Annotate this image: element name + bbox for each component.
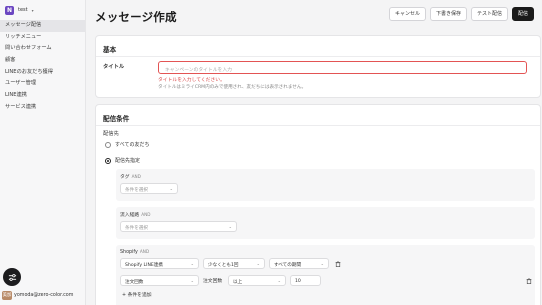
- app-root: N test ▾ メッセージ配信 リッチメニュー 問い合わせフォーム 顧客 LI…: [0, 0, 542, 305]
- settings-toggle-button[interactable]: [3, 268, 21, 286]
- operator-select[interactable]: 以上 ⌄: [228, 275, 286, 286]
- radio-specify-target[interactable]: 配信先指定: [105, 157, 140, 164]
- radio-all-friends[interactable]: すべての友だち: [105, 141, 149, 148]
- chevron-down-icon: ⌄: [169, 186, 173, 191]
- divider: [96, 56, 540, 57]
- radio-circle: [105, 157, 111, 164]
- plus-icon: +: [122, 293, 127, 298]
- chevron-down-icon: ▾: [31, 7, 34, 13]
- shopify-label: Shopify AND: [120, 249, 150, 255]
- basic-section-title: 基本: [103, 46, 117, 54]
- chevron-down-icon: ⌄: [190, 261, 194, 266]
- shopify-condition-panel: Shopify AND Shopify LINE連携 ⌄ 少なくとも1回 ⌄ すべての…: [116, 245, 535, 305]
- user-account[interactable]: 美加 yomoda@zero-color.com: [2, 291, 73, 300]
- sidebar-item-customers[interactable]: 顧客: [0, 55, 85, 67]
- chevron-down-icon: ⌄: [320, 261, 324, 266]
- page-title: メッセージ作成: [95, 10, 177, 24]
- sidebar-item-message-delivery[interactable]: メッセージ配信: [0, 20, 85, 32]
- trash-icon[interactable]: [335, 261, 341, 267]
- save-draft-button[interactable]: 下書き保存: [429, 7, 467, 21]
- shopify-field-select[interactable]: Shopify LINE連携 ⌄: [120, 258, 199, 269]
- trash-icon[interactable]: [526, 278, 532, 284]
- inflow-condition-panel: 流入経路 AND 条件を選択 ⌄: [116, 207, 535, 239]
- divider: [96, 125, 540, 126]
- test-send-button[interactable]: テスト配信: [470, 7, 508, 21]
- sidebar: N test ▾ メッセージ配信 リッチメニュー 問い合わせフォーム 顧客 LI…: [0, 0, 86, 305]
- publish-button[interactable]: 配信: [511, 7, 534, 21]
- delivery-section: 配信条件 配信先 すべての友だち 配信先指定 タグ AND 条件を選択 ⌄ 流入経路…: [95, 104, 541, 305]
- main-content: メッセージ作成 キャンセル 下書き保存 テスト配信 配信 基本 タイトル キャン…: [86, 0, 542, 305]
- title-hint: タイトルはミライCRM内のみで使用され、友だちには表示されません。: [158, 85, 307, 90]
- tag-condition-panel: タグ AND 条件を選択 ⌄: [116, 169, 535, 201]
- shopify-qualifier-select[interactable]: 少なくとも1回 ⌄: [203, 258, 265, 269]
- sidebar-item-service-integration[interactable]: サービス連携: [0, 102, 85, 114]
- title-input[interactable]: キャンペーンのタイトルを入力: [158, 61, 527, 74]
- sidebar-item-line-friends[interactable]: LINEのお友だち獲得: [0, 67, 85, 79]
- tag-label: タグ AND: [120, 174, 141, 180]
- chevron-down-icon: ⌄: [190, 278, 194, 283]
- workspace-switcher[interactable]: N test ▾: [0, 0, 85, 19]
- sidebar-item-line-integration[interactable]: LINE連携: [0, 90, 85, 102]
- workspace-logo: N: [5, 5, 14, 15]
- basic-section: 基本 タイトル キャンペーンのタイトルを入力 タイトルを入力してください。 タイ…: [95, 35, 541, 98]
- title-label: タイトル: [103, 64, 125, 70]
- shopify-period-select[interactable]: すべての期間 ⌄: [269, 258, 329, 269]
- user-email: yomoda@zero-color.com: [14, 293, 74, 298]
- chevron-down-icon: ⌄: [256, 261, 260, 266]
- sidebar-nav: メッセージ配信 リッチメニュー 問い合わせフォーム 顧客 LINEのお友だち獲得…: [0, 20, 85, 114]
- radio-circle: [105, 141, 111, 148]
- cancel-button[interactable]: キャンセル: [388, 7, 426, 21]
- sliders-icon: [8, 273, 16, 281]
- sidebar-item-rich-menu[interactable]: リッチメニュー: [0, 32, 85, 44]
- inflow-label: 流入経路 AND: [120, 212, 151, 218]
- radio-label: すべての友だち: [115, 142, 150, 148]
- radio-label: 配信先指定: [115, 158, 141, 164]
- header-actions: キャンセル 下書き保存 テスト配信 配信: [388, 7, 534, 21]
- sidebar-item-inquiry-form[interactable]: 問い合わせフォーム: [0, 43, 85, 55]
- avatar: 美加: [2, 291, 12, 300]
- add-condition-button[interactable]: + 条件を追加: [122, 291, 152, 298]
- inflow-condition-select[interactable]: 条件を選択 ⌄: [120, 221, 237, 232]
- chevron-down-icon: ⌄: [277, 278, 281, 283]
- delivery-section-title: 配信条件: [103, 115, 130, 123]
- order-count-field-select[interactable]: 注文回数 ⌄: [120, 275, 199, 286]
- sidebar-item-user-management[interactable]: ユーザー管理: [0, 78, 85, 90]
- order-count-value-input[interactable]: 10: [290, 275, 321, 286]
- workspace-name: test: [18, 7, 28, 13]
- order-count-label: 注文回数: [203, 279, 223, 284]
- title-error: タイトルを入力してください。: [158, 78, 225, 83]
- chevron-down-icon: ⌄: [228, 224, 232, 229]
- target-label: 配信先: [103, 131, 119, 137]
- tag-condition-select[interactable]: 条件を選択 ⌄: [120, 183, 178, 194]
